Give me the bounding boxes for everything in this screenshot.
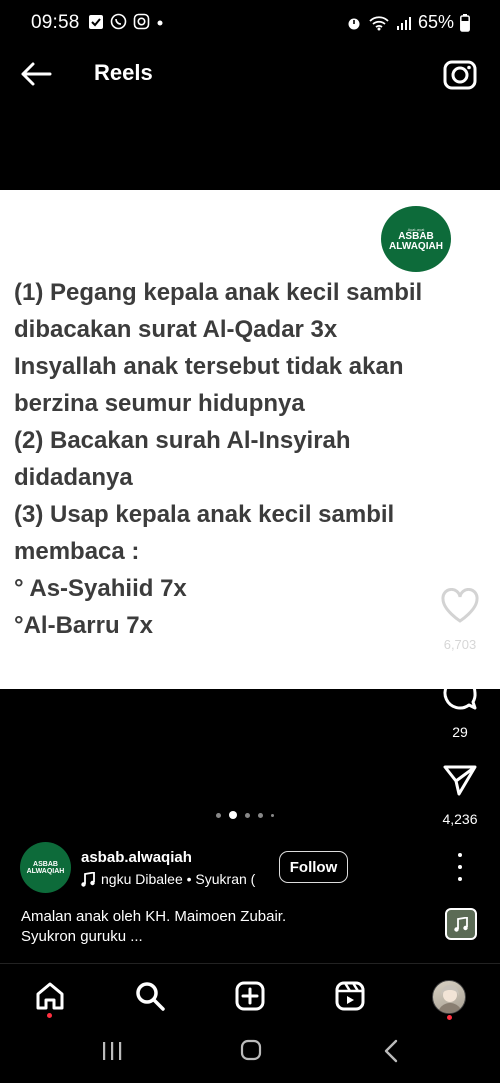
- music-title: ngku Dibalee • Syukran (: [101, 871, 256, 887]
- profile-photo-icon: [437, 985, 463, 1013]
- wifi-icon: [369, 15, 389, 30]
- share-count: 4,236: [442, 811, 478, 827]
- camera-button[interactable]: [442, 56, 478, 92]
- send-icon: [443, 765, 477, 796]
- like-button[interactable]: [440, 588, 480, 624]
- battery-percent: 65%: [417, 12, 454, 32]
- nav-home[interactable]: [34, 980, 66, 1012]
- status-notification-icons: [88, 13, 164, 30]
- caption-line: Syukron guruku ...: [21, 928, 143, 945]
- post-line: membaca :: [14, 538, 140, 565]
- battery-icon: [460, 13, 470, 32]
- music-note-icon: [454, 916, 468, 932]
- carousel-dot: [216, 812, 221, 818]
- top-bar: Reels: [0, 46, 500, 102]
- status-bar: 09:58 65%: [0, 0, 500, 46]
- logo-small-text: Ayat-ayat: [407, 226, 425, 232]
- post-line: dibacakan surat Al-Qadar 3x: [14, 316, 338, 343]
- nav-reels[interactable]: [334, 980, 366, 1012]
- post-line: (1) Pegang kepala anak kecil sambil: [14, 279, 423, 306]
- comment-icon: [443, 676, 477, 710]
- caption[interactable]: Amalan anak oleh KH. Maimoen Zubair. Syu…: [21, 907, 421, 947]
- home-system-icon[interactable]: [240, 1039, 262, 1061]
- author-avatar[interactable]: ASBAB ALWAQIAH: [20, 842, 71, 893]
- author-username[interactable]: asbab.alwaqiah: [81, 849, 192, 866]
- post-line: °Al-Barru 7x: [14, 612, 153, 639]
- nav-search[interactable]: [134, 980, 166, 1012]
- like-count: 6,703: [443, 637, 477, 652]
- status-time: 09:58: [31, 12, 80, 33]
- post-line: (2) Bacakan surah Al-Insyirah: [14, 427, 351, 454]
- status-system-icons: 65%: [346, 12, 470, 33]
- carousel-indicator: [216, 811, 274, 819]
- logo-text: ASBAB ALWAQIAH: [389, 230, 443, 252]
- search-icon: [136, 982, 165, 1011]
- post-line: didadanya: [14, 464, 133, 491]
- page-title: Reels: [94, 60, 153, 85]
- more-dot-icon: [458, 865, 462, 869]
- arrow-left-icon: [21, 62, 52, 86]
- music-info[interactable]: ngku Dibalee • Syukran (: [81, 871, 267, 887]
- reel-content-card[interactable]: Ayat-ayat ASBAB ALWAQIAH (1) Pegang kepal…: [0, 190, 500, 689]
- post-line: (3) Usap kepala anak kecil sambil: [14, 501, 395, 528]
- comment-button[interactable]: [441, 674, 479, 712]
- alarm-icon: [348, 18, 360, 29]
- more-dot-icon: [458, 853, 462, 857]
- more-options-button[interactable]: [450, 853, 470, 881]
- follow-button[interactable]: Follow: [279, 851, 348, 883]
- asbab-alwaqiah-logo: Ayat-ayat ASBAB ALWAQIAH: [381, 206, 451, 272]
- system-navigation-bar: [0, 1027, 500, 1083]
- caption-line: Amalan anak oleh KH. Maimoen Zubair.: [21, 908, 287, 925]
- audio-thumbnail[interactable]: [445, 908, 477, 940]
- home-icon: [36, 982, 64, 1010]
- whatsapp-icon: [110, 13, 127, 30]
- post-line: berzina seumur hidupnya: [14, 390, 305, 417]
- home-notification-dot: [47, 1013, 52, 1018]
- nav-create[interactable]: [234, 980, 266, 1012]
- share-button[interactable]: [442, 764, 478, 796]
- carousel-dot: [245, 812, 250, 818]
- carousel-dot: [271, 813, 274, 817]
- post-line: ° As-Syahiid 7x: [14, 575, 187, 602]
- profile-notification-dot: [447, 1015, 452, 1020]
- camera-icon: [443, 60, 477, 90]
- signal-icon: [396, 16, 411, 30]
- back-button[interactable]: [18, 58, 54, 90]
- bottom-navigation: [0, 963, 500, 1027]
- dot-icon: [157, 20, 163, 25]
- music-note-icon: [81, 871, 95, 887]
- avatar-logo-text: ASBAB ALWAQIAH: [26, 860, 65, 875]
- heart-icon: [441, 588, 479, 623]
- post-line: Insyallah anak tersebut tidak akan: [14, 353, 404, 380]
- reels-icon: [335, 981, 365, 1011]
- check-square-icon: [89, 14, 103, 29]
- recent-apps-icon[interactable]: [101, 1041, 123, 1061]
- instagram-icon: [133, 13, 150, 30]
- comment-count: 29: [452, 724, 468, 740]
- carousel-dot-active: [229, 811, 237, 819]
- carousel-dot: [258, 812, 263, 818]
- back-system-icon[interactable]: [383, 1039, 399, 1063]
- create-icon: [235, 981, 265, 1011]
- nav-profile-avatar[interactable]: [432, 980, 466, 1014]
- post-text: (1) Pegang kepala anak kecil sambil diba…: [14, 274, 484, 644]
- more-dot-icon: [458, 877, 462, 881]
